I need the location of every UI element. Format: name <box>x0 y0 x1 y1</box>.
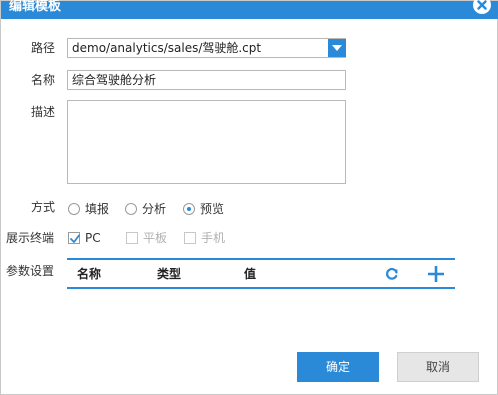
check-icon <box>70 234 80 243</box>
terminal-option-pc-label[interactable]: PC <box>85 230 101 246</box>
terminal-checkbox-mobile <box>184 232 196 244</box>
ok-button[interactable]: 确定 <box>297 352 379 382</box>
terminal-checkbox-tablet <box>126 232 138 244</box>
params-column-value: 值 <box>244 267 257 281</box>
terminal-checkbox-pc[interactable] <box>68 232 80 244</box>
name-input[interactable]: 综合驾驶舱分析 <box>67 70 346 90</box>
name-label: 名称 <box>31 73 56 87</box>
name-value: 综合驾驶舱分析 <box>72 73 157 87</box>
terminal-option-mobile-label: 手机 <box>201 231 226 245</box>
params-column-name: 名称 <box>77 267 102 281</box>
chevron-down-icon <box>332 45 342 51</box>
mode-option-analyze-label[interactable]: 分析 <box>142 201 166 217</box>
mode-option-preview-label[interactable]: 预览 <box>200 201 224 217</box>
path-select[interactable]: demo/analytics/sales/驾驶舱.cpt <box>67 38 346 58</box>
mode-option-fill-label[interactable]: 填报 <box>85 201 109 217</box>
description-label: 描述 <box>31 105 56 119</box>
terminal-option-tablet-label: 平板 <box>143 231 168 245</box>
cancel-button[interactable]: 取消 <box>397 352 479 382</box>
params-table-header: 名称 类型 值 <box>67 258 455 289</box>
dialog-titlebar: 编辑模板 <box>1 0 498 19</box>
edit-template-dialog: 编辑模板 路径 demo/analytics/sales/驾驶舱.cpt 名称 … <box>0 0 498 395</box>
mode-label: 方式 <box>31 200 56 214</box>
mode-radio-analyze[interactable] <box>125 203 137 215</box>
close-icon <box>477 0 487 10</box>
path-dropdown-button[interactable] <box>328 39 346 57</box>
plus-icon[interactable] <box>428 266 444 282</box>
mode-radio-fill[interactable] <box>68 203 80 215</box>
path-value: demo/analytics/sales/驾驶舱.cpt <box>72 41 262 55</box>
params-label: 参数设置 <box>6 264 55 278</box>
terminal-label: 展示终端 <box>6 231 55 245</box>
refresh-icon[interactable] <box>385 267 399 281</box>
description-textarea[interactable] <box>67 100 346 184</box>
path-label: 路径 <box>31 41 56 55</box>
params-column-type: 类型 <box>157 267 182 281</box>
mode-radio-preview[interactable] <box>183 203 195 215</box>
close-button[interactable] <box>473 0 491 14</box>
dialog-title: 编辑模板 <box>9 0 62 14</box>
